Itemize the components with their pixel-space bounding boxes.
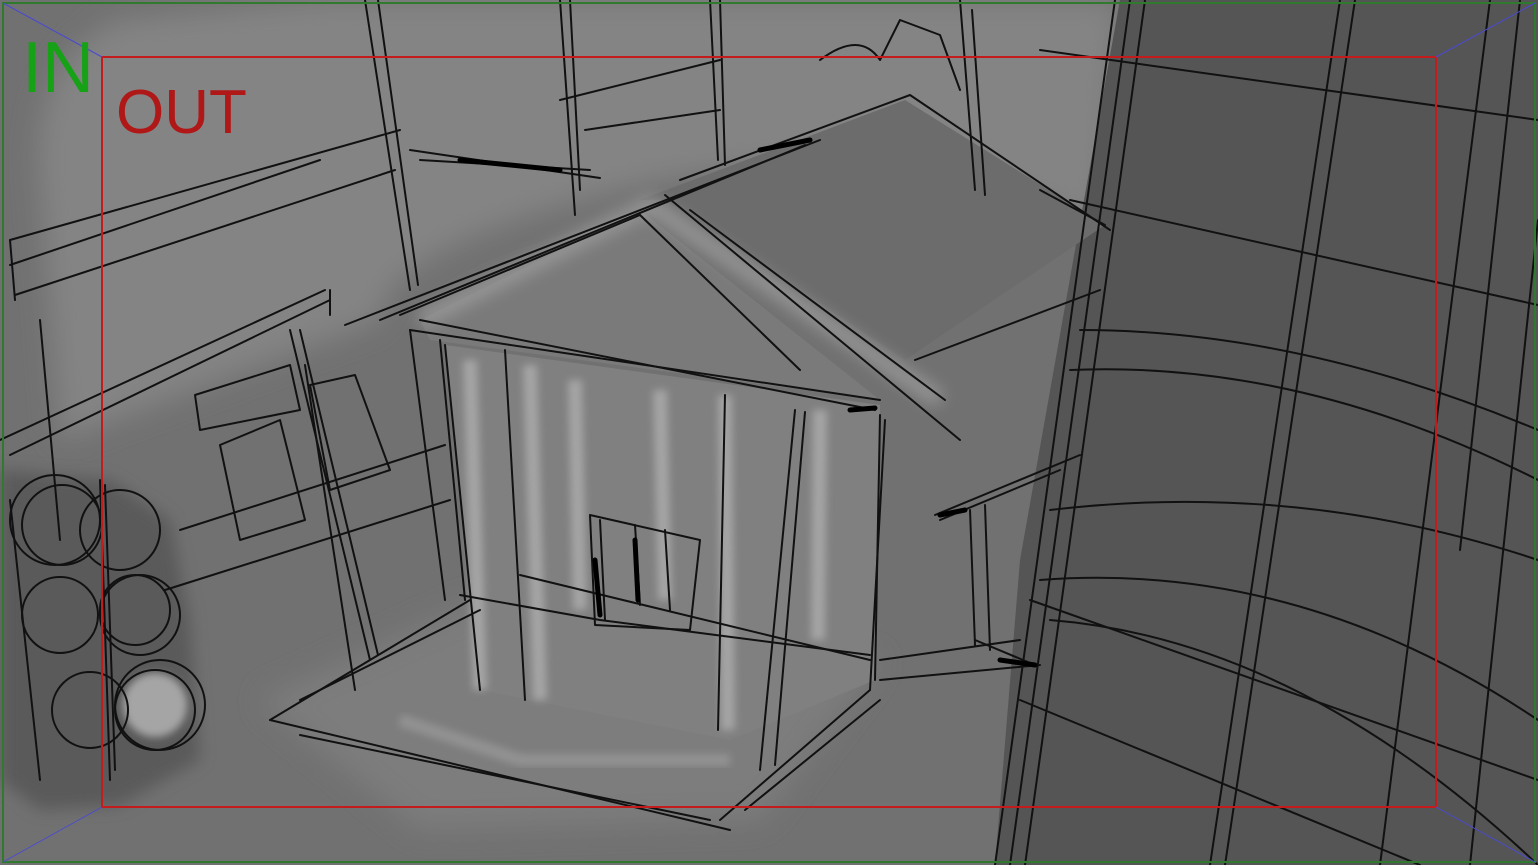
- out-frame-label: OUT: [116, 78, 247, 147]
- in-frame-label: IN: [22, 28, 94, 108]
- storyboard-panel: IN OUT: [0, 0, 1538, 865]
